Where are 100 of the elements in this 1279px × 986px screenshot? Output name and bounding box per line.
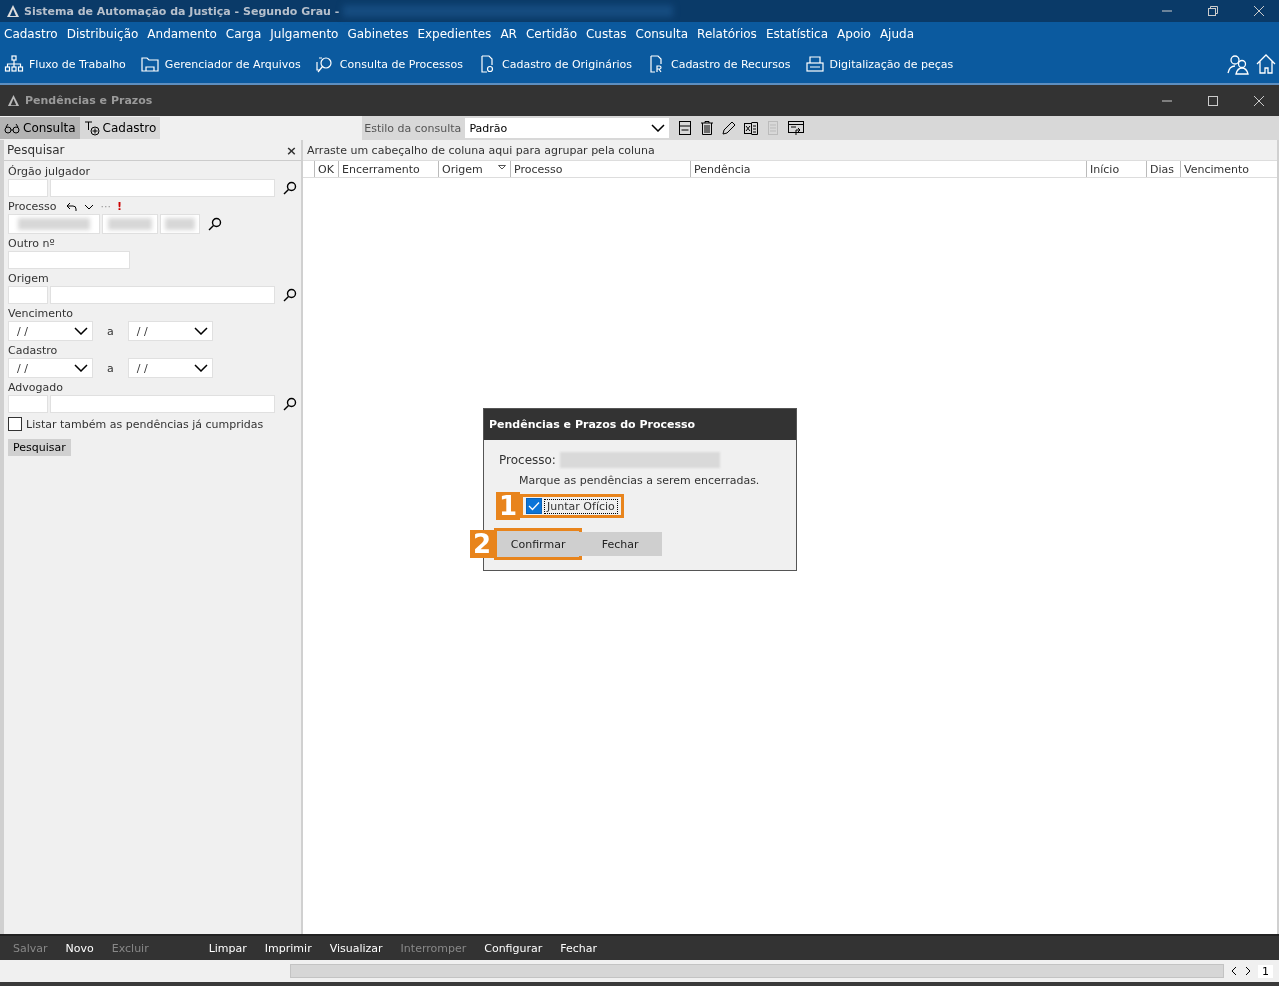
date-field[interactable]: / /	[127, 321, 213, 341]
menu-item[interactable]: Apoio	[837, 26, 871, 41]
close-icon[interactable]	[1253, 5, 1265, 17]
menu-item[interactable]: Julgamento	[270, 26, 339, 41]
checkbox[interactable]	[8, 417, 22, 431]
date-field[interactable]: / /	[8, 358, 93, 378]
menu-item[interactable]: Estatística	[765, 26, 829, 41]
checkbox-label: Juntar Ofício	[544, 498, 618, 514]
chevron-icon	[74, 364, 88, 372]
chevron-icon	[193, 364, 208, 372]
users-icon[interactable]	[1227, 53, 1249, 75]
menu-item[interactable]: Consulta	[635, 26, 689, 41]
toolbar-button[interactable]: Consulta de Processos	[314, 54, 463, 74]
footer-button[interactable]: Configurar	[484, 941, 543, 955]
tab[interactable]: Cadastro	[79, 117, 161, 139]
process-field[interactable]	[102, 214, 158, 234]
toolbar-button[interactable]: Cadastro de Recursos	[645, 54, 791, 74]
export-icon[interactable]	[787, 120, 806, 136]
field-label: Advogado	[8, 381, 63, 394]
column-header[interactable]: Encerramento	[338, 161, 438, 177]
range-separator: a	[107, 361, 114, 375]
date-field[interactable]: / /	[8, 321, 93, 341]
field-label: Origem	[8, 272, 49, 285]
menu-item[interactable]: AR	[500, 26, 517, 41]
chevron-icon	[651, 124, 666, 132]
menu-item[interactable]: Custas	[585, 26, 627, 41]
scrollbar[interactable]	[290, 964, 1224, 978]
menu-item[interactable]: Ajuda	[879, 26, 915, 41]
restore-icon[interactable]	[1207, 5, 1219, 17]
field-label: Cadastro	[8, 344, 58, 357]
column-header[interactable]: Início	[1086, 161, 1146, 177]
logo-icon	[7, 94, 20, 107]
menu-item[interactable]: Certidão	[525, 26, 577, 41]
filter-icon[interactable]	[498, 165, 506, 172]
toolbar-button[interactable]: Fluxo de Trabalho	[4, 54, 126, 74]
field-label: Outro nº	[8, 237, 55, 250]
date-field[interactable]: / /	[127, 358, 213, 378]
footer-button[interactable]: Novo	[65, 941, 94, 955]
checkbox[interactable]	[526, 498, 543, 514]
maximize-icon[interactable]	[1207, 94, 1219, 107]
footer-button[interactable]: Limpar	[208, 941, 247, 955]
code-field[interactable]	[8, 179, 48, 197]
process-field[interactable]	[8, 214, 100, 234]
search-icon[interactable]	[283, 288, 297, 302]
name-field[interactable]	[50, 286, 275, 304]
search-button[interactable]: Pesquisar	[8, 439, 71, 456]
previous-icon[interactable]	[1230, 966, 1238, 976]
pencil-icon[interactable]	[721, 120, 738, 136]
tab[interactable]: Consulta	[0, 117, 80, 139]
step-badge: 2	[470, 530, 495, 558]
folder-icon	[139, 54, 160, 74]
name-field[interactable]	[50, 395, 275, 413]
scanner-icon	[804, 54, 825, 74]
menu-item[interactable]: Distribuição	[66, 26, 139, 41]
footer-button[interactable]: Fechar	[560, 941, 598, 955]
code-field[interactable]	[8, 395, 48, 413]
code-field[interactable]	[8, 286, 48, 304]
column-header[interactable]: Origem	[438, 161, 510, 177]
column-header[interactable]: Dias	[1146, 161, 1180, 177]
search-icon[interactable]	[283, 397, 297, 411]
close-button[interactable]: ×	[286, 142, 297, 158]
field-label: Processo:	[499, 453, 556, 467]
save-icon[interactable]	[677, 120, 694, 136]
footer-button[interactable]: Visualizar	[329, 941, 383, 955]
column-header[interactable]: Pendência	[690, 161, 1086, 177]
column-header[interactable]: Processo	[510, 161, 690, 177]
menu-item[interactable]: Expedientes	[417, 26, 492, 41]
binoculars-icon	[4, 122, 20, 134]
chevron-icon[interactable]	[84, 203, 95, 210]
menu-item[interactable]: Gabinetes	[347, 26, 409, 41]
close-icon[interactable]	[1253, 94, 1265, 107]
dialog-title: Pendências e Prazos do Processo	[489, 418, 696, 431]
hierarchy-icon	[4, 54, 24, 74]
next-icon[interactable]	[1244, 966, 1252, 976]
close-button[interactable]: Fechar	[578, 532, 663, 556]
menu-item[interactable]: Cadastro	[4, 26, 58, 41]
input-field[interactable]	[8, 251, 130, 269]
toolbar-button[interactable]: Digitalização de peças	[804, 54, 954, 74]
toolbar-button[interactable]: Cadastro de Originários	[477, 54, 632, 74]
style-dropdown[interactable]: Padrão	[465, 118, 670, 138]
toolbar-button[interactable]: Gerenciador de Arquivos	[139, 54, 301, 74]
column-header[interactable]: OK	[314, 161, 338, 177]
column-header[interactable]: Vencimento	[1180, 161, 1266, 177]
menu-item[interactable]: Relatórios	[697, 26, 757, 41]
menu-item[interactable]: Carga	[225, 26, 262, 41]
excel-icon[interactable]	[743, 120, 760, 136]
search-icon[interactable]	[283, 181, 297, 195]
window-title: Sistema de Automação da Justiça - Segundo Grau -	[24, 4, 340, 18]
confirm-button[interactable]: Confirmar	[494, 528, 583, 560]
process-field[interactable]	[160, 214, 200, 234]
trash-icon[interactable]	[699, 120, 716, 136]
alert-mark: !	[116, 200, 122, 213]
name-field[interactable]	[50, 179, 275, 197]
undo-icon[interactable]	[66, 201, 79, 212]
search-icon[interactable]	[208, 217, 222, 231]
footer-button[interactable]: Imprimir	[264, 941, 312, 955]
menu-item[interactable]: Andamento	[147, 26, 217, 41]
chevron-icon	[193, 327, 208, 335]
home-icon[interactable]	[1255, 53, 1277, 75]
field-label: Órgão julgador	[8, 165, 90, 178]
